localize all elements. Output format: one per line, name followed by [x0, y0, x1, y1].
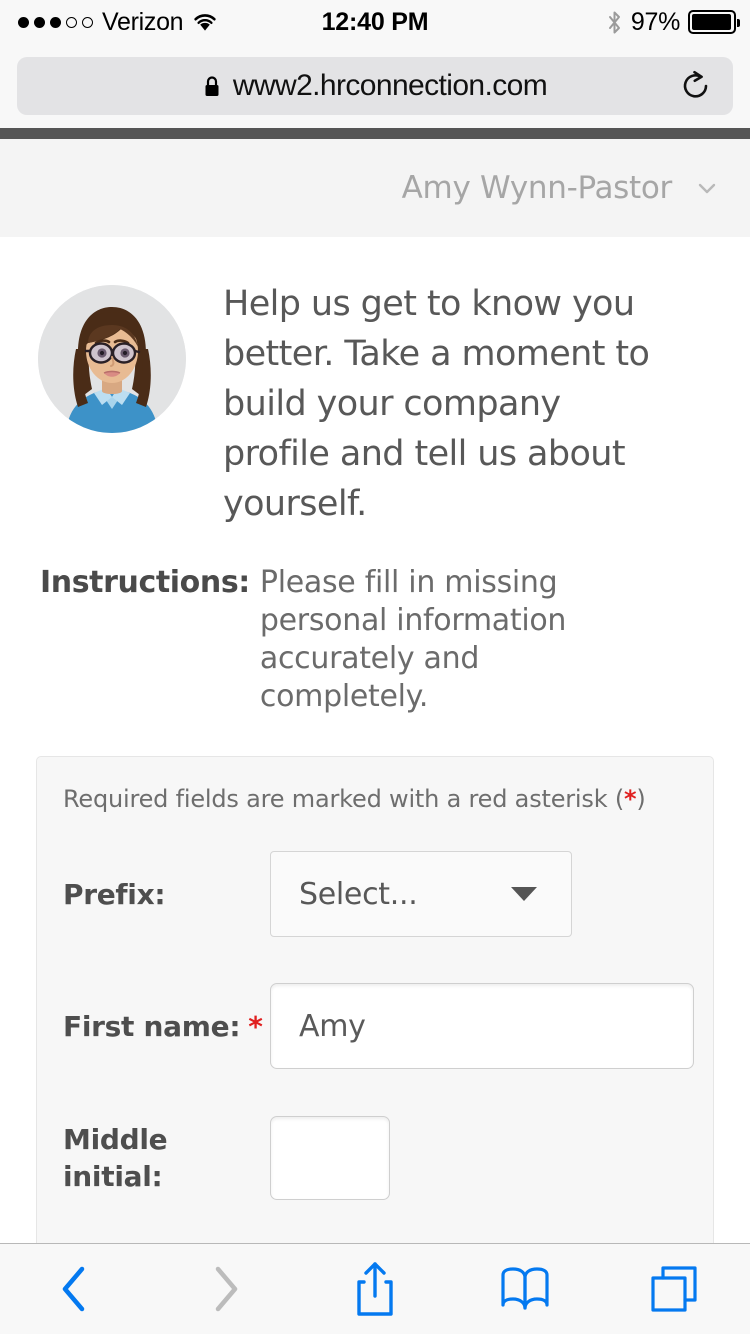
- site-header: Amy Wynn-Pastor: [0, 139, 750, 237]
- share-icon: [357, 1262, 393, 1316]
- share-button[interactable]: [300, 1244, 450, 1334]
- required-fields-note: Required fields are marked with a red as…: [37, 785, 713, 813]
- bluetooth-icon: [608, 11, 620, 33]
- hero-headline: Help us get to know you better. Take a m…: [223, 284, 650, 524]
- prefix-select-value: Select...: [299, 876, 418, 912]
- tabs-icon: [651, 1266, 697, 1312]
- status-bar-right: 97%: [606, 7, 740, 37]
- form-row-last-name: Last name:* Wynn-Pastor: [37, 1235, 713, 1243]
- middle-initial-input[interactable]: [270, 1116, 390, 1200]
- forward-chevron-icon: [215, 1266, 238, 1312]
- chevron-down-icon: [511, 887, 537, 901]
- hero-section: Help us get to know you better. Take a m…: [0, 237, 750, 529]
- url-bar-content: www2.hrconnection.com: [203, 69, 548, 103]
- middle-initial-label: Middle initial:: [63, 1123, 168, 1193]
- required-note-suffix: ): [636, 785, 646, 813]
- required-asterisk: *: [248, 1009, 263, 1043]
- bookmarks-button[interactable]: [450, 1244, 600, 1334]
- user-avatar-illustration: [38, 285, 186, 433]
- web-page-content: Amy Wynn-Pastor Help us get to know you …: [0, 128, 750, 1243]
- prefix-select[interactable]: Select...: [270, 851, 572, 937]
- prefix-label: Prefix:: [63, 877, 166, 911]
- back-chevron-icon: [62, 1266, 85, 1312]
- status-bar: Verizon 12:40 PM 97%: [0, 0, 750, 44]
- account-name-label[interactable]: Amy Wynn-Pastor: [402, 170, 673, 206]
- avatar: [38, 285, 186, 433]
- phone-screen: Verizon 12:40 PM 97% www2.hrconnection.c…: [0, 0, 750, 1334]
- url-text: www2.hrconnection.com: [232, 69, 548, 102]
- browser-bottom-toolbar: [0, 1243, 750, 1334]
- battery-icon: [688, 10, 740, 34]
- profile-form-card: Required fields are marked with a red as…: [36, 756, 714, 1243]
- tabs-button[interactable]: [600, 1244, 750, 1334]
- forward-button[interactable]: [150, 1244, 300, 1334]
- first-name-input[interactable]: Amy: [270, 983, 694, 1069]
- required-note-asterisk: *: [624, 785, 637, 813]
- battery-percent-label: 97%: [630, 7, 680, 36]
- required-note-prefix: Required fields are marked with a red as…: [63, 785, 624, 813]
- chevron-down-icon[interactable]: [690, 171, 724, 205]
- book-icon: [501, 1267, 549, 1310]
- form-row-first-name: First name: * Amy: [37, 971, 713, 1081]
- instructions-label: Instructions:: [40, 565, 250, 600]
- instructions-text: Please fill in missing personal informat…: [259, 565, 567, 714]
- first-name-label: First name: *: [63, 1008, 270, 1045]
- instructions-section: Instructions: Please fill in missing per…: [0, 529, 750, 716]
- back-button[interactable]: [0, 1244, 150, 1334]
- first-name-label-text: First name:: [63, 1009, 241, 1043]
- site-top-stripe: [0, 128, 750, 139]
- browser-url-bar-container: www2.hrconnection.com: [0, 44, 750, 128]
- form-row-middle-initial: Middle initial:: [37, 1103, 713, 1213]
- form-row-prefix: Prefix: Select...: [37, 839, 713, 949]
- reload-icon[interactable]: [681, 70, 711, 102]
- lock-icon: [205, 75, 219, 96]
- url-bar[interactable]: www2.hrconnection.com: [17, 57, 733, 115]
